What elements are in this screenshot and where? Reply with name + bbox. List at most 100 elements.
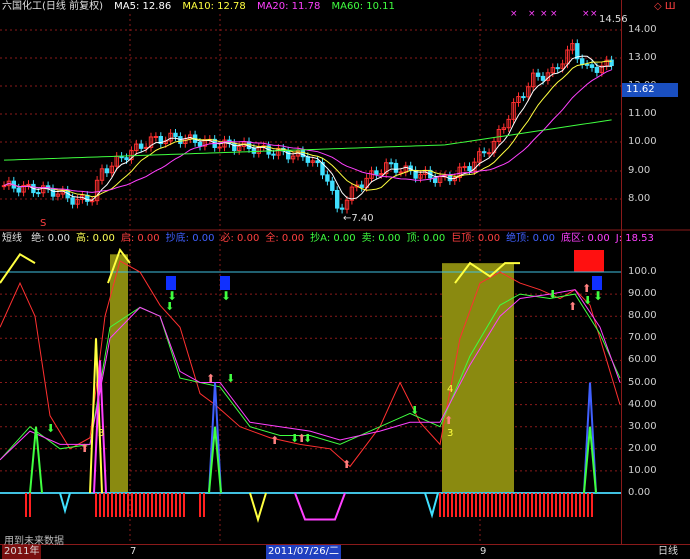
candle-body	[398, 171, 404, 174]
candle-body	[482, 151, 487, 154]
down-arrow-icon: ⬇	[593, 289, 603, 303]
candle-body	[1, 185, 7, 188]
up-arrow-icon: ⬆	[444, 414, 453, 427]
signal-marker	[592, 276, 602, 290]
candle-body	[124, 157, 129, 161]
candle-body	[521, 96, 526, 99]
candle-body	[315, 160, 320, 164]
candle-body	[589, 64, 595, 68]
indicator-field: 全: 0.00	[265, 233, 305, 244]
indicator-field: 启: 0.00	[120, 233, 160, 244]
down-arrow-icon: ⬇	[410, 404, 419, 417]
x-marker-icon: ×	[540, 9, 548, 19]
x-marker-icon: ×	[550, 9, 558, 19]
candle-body	[251, 148, 257, 154]
candle-body	[335, 189, 340, 209]
up-arrow-icon: ⬆	[342, 458, 351, 471]
candle-body	[388, 162, 394, 165]
indicator-tick: 80.00	[628, 310, 657, 322]
future-data-warning: 用到未来数据	[4, 536, 64, 547]
cursor-date-box: 2011/07/26/二	[266, 545, 342, 559]
price-tick: 13.00	[628, 52, 657, 63]
indicator-field: 绝顶: 0.00	[506, 233, 555, 244]
candle-body	[339, 207, 345, 210]
candle-body	[139, 143, 144, 149]
period-label[interactable]: 日线	[658, 545, 678, 559]
ma10-line	[3, 60, 612, 198]
current-price-box: 11.62	[622, 83, 678, 97]
month-7-label: 7	[130, 546, 137, 557]
indicator-tick: 30.00	[628, 420, 657, 432]
indicator-name: 短线	[2, 233, 22, 244]
price-tick: 11.00	[628, 108, 657, 119]
indicator-field: 抄A: 0.00	[310, 233, 356, 244]
candle-body	[330, 180, 335, 191]
ma5-line	[3, 55, 612, 201]
indicator-field: 卖: 0.00	[361, 233, 401, 244]
price-tick: 14.00	[628, 24, 657, 35]
indicator-field: 顶: 0.00	[406, 233, 446, 244]
price-tick: 8.00	[628, 193, 651, 204]
candle-body	[555, 67, 560, 70]
candle-body	[467, 166, 472, 172]
candle-body	[462, 166, 467, 169]
up-arrow-icon: ⬆	[582, 282, 591, 295]
signal-box	[574, 250, 604, 272]
price-tick: 9.00	[628, 165, 651, 176]
up-arrow-icon: ⬆	[206, 372, 215, 385]
candle-body	[85, 194, 90, 202]
candle-body	[393, 162, 399, 173]
candle-body	[16, 187, 21, 193]
indicator-tick: 40.00	[628, 398, 657, 410]
low-price-label: ←7.40	[343, 213, 374, 224]
label-3-right: 3	[447, 428, 454, 439]
up-arrow-icon: ⬆	[568, 300, 577, 313]
candle-body	[594, 66, 600, 73]
down-arrow-icon: ⬇	[46, 422, 55, 435]
dip-line	[424, 492, 439, 519]
dip-line	[59, 492, 71, 515]
up-arrow-icon: ⬆	[80, 442, 89, 455]
indicator-header: 短线 绝: 0.00 高: 0.00 启: 0.00 抄底: 0.00 必: 0.00 全…	[2, 232, 660, 245]
candle-body	[36, 192, 41, 195]
candle-body	[26, 183, 31, 186]
candle-body	[486, 152, 492, 155]
label-4: 4	[447, 384, 454, 395]
dip-line	[249, 492, 267, 523]
indicator-tick: 0.00	[628, 487, 651, 498]
high-price-label: 14.56	[599, 14, 628, 25]
indicator-tick: 10.00	[628, 464, 657, 476]
candle-body	[374, 170, 379, 175]
zone-box	[110, 254, 128, 493]
candle-body	[359, 184, 364, 188]
candle-body	[535, 72, 541, 77]
up-arrow-icon: ⬆	[270, 434, 279, 447]
candle-body	[173, 132, 178, 138]
candle-body	[325, 174, 330, 182]
down-arrow-icon: ⬇	[221, 289, 231, 303]
label-3-left: 3	[98, 428, 105, 439]
low-marker: S	[40, 218, 47, 229]
candle-body	[197, 141, 203, 147]
candle-body	[540, 75, 546, 81]
down-arrow-icon: ⬇	[165, 300, 174, 313]
down-arrow-icon: ⬇	[226, 372, 235, 385]
indicator-field: 必: 0.00	[220, 233, 260, 244]
indicator-tick: 50.00	[628, 376, 657, 388]
chart-canvas[interactable]: ⬇ ⬇ ⬇⬇⬇⬇⬇⬇ ⬇⬇ ⬇⬆⬆⬆ ⬆⬆⬆⬆⬆× × × × × ×	[0, 0, 690, 558]
year-label: 2011年	[2, 545, 42, 559]
candle-body	[286, 150, 291, 160]
time-axis: 2011年 7 2011/07/26/二 9 日线	[0, 544, 690, 559]
indicator-field: 高: 0.00	[76, 233, 115, 244]
indicator-field: 巨顶: 0.00	[451, 233, 501, 244]
indicator-field: 底区: 0.00	[560, 233, 610, 244]
candle-body	[271, 153, 276, 156]
indicator-tick: 90.00	[628, 288, 657, 300]
candle-body	[232, 142, 237, 152]
dip-line	[294, 492, 346, 521]
month-9-label: 9	[480, 546, 487, 557]
signal-marker	[220, 276, 230, 290]
x-marker-icon: ×	[590, 9, 598, 19]
candle-body	[50, 188, 56, 197]
indicator-tick: 20.00	[628, 442, 657, 454]
